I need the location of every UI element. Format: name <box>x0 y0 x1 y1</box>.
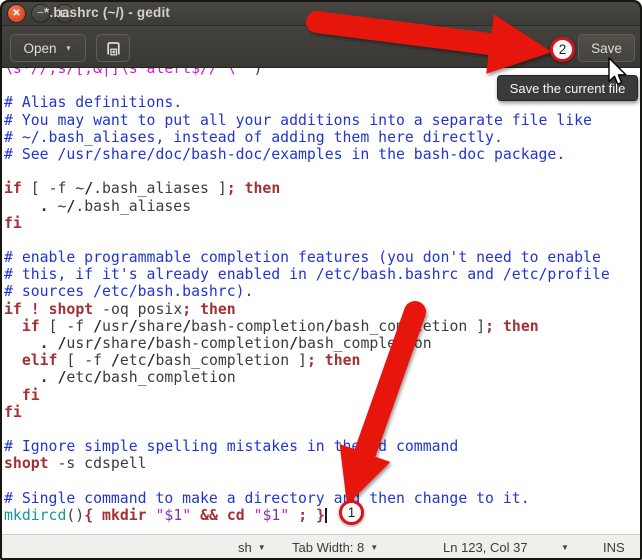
code-lines: \s*//;s/[;&|]\s*alert$//'\'')"' # Alias d… <box>4 68 610 524</box>
tab-width-label: Tab Width: 8 <box>292 540 365 555</box>
code-line: . /usr/share/bash-completion/bash_comple… <box>39 335 432 352</box>
code-line: fi <box>21 386 40 404</box>
language-label: sh <box>238 540 252 555</box>
code-line: # Single command to make a directory and… <box>4 489 530 507</box>
chevron-down-icon: ▼ <box>257 543 266 552</box>
open-button-label: Open <box>23 40 57 56</box>
language-dropdown[interactable]: sh ▼ <box>238 535 266 560</box>
code-line: # See /usr/share/doc/bash-doc/examples i… <box>4 145 566 163</box>
open-button[interactable]: Open ▼ <box>10 34 86 62</box>
gedit-window: ✕ − *.bashrc (~/) - gedit Open ▼ Save \s… <box>0 0 642 560</box>
code-line: # enable programmable completion feature… <box>4 249 601 267</box>
save-button-label: Save <box>591 40 622 56</box>
toolbar: Open ▼ Save <box>0 26 642 68</box>
code-line: # sources /etc/bash.bashrc). <box>4 283 254 301</box>
new-document-icon <box>106 41 120 55</box>
code-line: # You may want to put all your additions… <box>4 111 592 129</box>
chevron-down-icon: ▼ <box>64 44 72 52</box>
minimize-icon: − <box>37 7 44 19</box>
insert-mode-indicator: INS <box>603 540 625 555</box>
code-line: . /etc/bash_completion <box>39 369 236 387</box>
save-tooltip: Save the current file <box>497 75 638 101</box>
save-button[interactable]: Save <box>578 34 635 62</box>
window-title: *.bashrc (~/) - gedit <box>44 5 171 20</box>
title-bar: ✕ − *.bashrc (~/) - gedit <box>0 0 642 26</box>
text-editor-area[interactable]: \s*//;s/[;&|]\s*alert$//'\'')"' # Alias d… <box>2 68 640 534</box>
statusbar-dropdown[interactable]: ▼ <box>561 535 569 560</box>
text-caret <box>325 508 327 523</box>
chevron-down-icon: ▼ <box>561 543 569 552</box>
tab-width-dropdown[interactable]: Tab Width: 8 ▼ <box>292 535 378 560</box>
code-line: if ! shopt -oq posix; then <box>4 300 236 318</box>
annotation-badge-2: 2 <box>550 37 575 62</box>
code-line: if [ -f /usr/share/bash-completion/bash_… <box>21 317 539 335</box>
code-line: # this, if it's already enabled in /etc/… <box>4 266 610 284</box>
new-document-button[interactable] <box>96 34 130 62</box>
code-line: # ~/.bash_aliases, instead of adding the… <box>4 128 503 146</box>
code-line: # Ignore simple spelling mistakes in the… <box>4 438 459 456</box>
annotation-badge-1: 1 <box>339 500 364 525</box>
code-line: fi <box>4 403 22 421</box>
chevron-down-icon: ▼ <box>370 543 379 552</box>
code-line: fi <box>4 214 22 232</box>
code-line: shopt -s cdspell <box>4 455 147 473</box>
code-line: if [ -f ~/.bash_aliases ]; then <box>4 180 281 198</box>
cursor-position-label: Ln 123, Col 37 <box>443 540 528 555</box>
code-line: elif [ -f /etc/bash_completion ]; then <box>21 352 361 370</box>
close-icon: ✕ <box>12 7 21 19</box>
code-line: mkdircd(){ mkdir "$1" && cd "$1" ; } <box>4 506 325 524</box>
close-button[interactable]: ✕ <box>7 4 26 23</box>
status-bar: sh ▼ Tab Width: 8 ▼ Ln 123, Col 37 ▼ INS <box>0 534 642 560</box>
code-line: . ~/.bash_aliases <box>39 197 192 215</box>
